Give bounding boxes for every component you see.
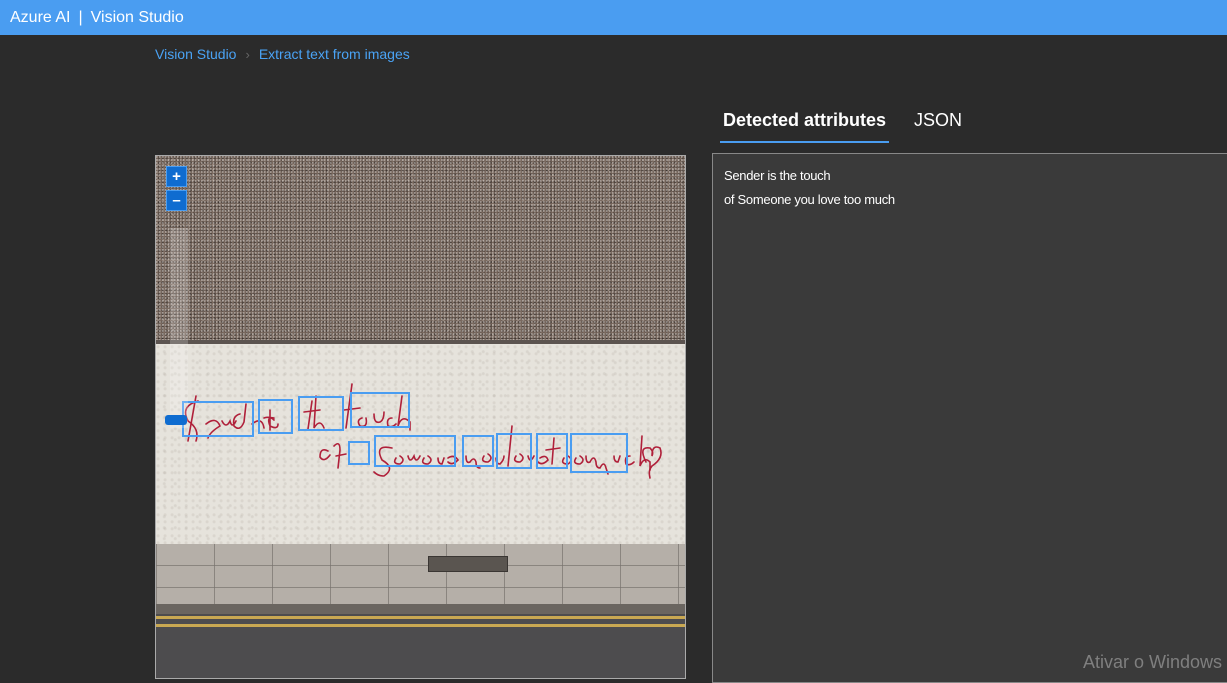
chevron-right-icon: › xyxy=(245,46,250,62)
breadcrumb-current-link[interactable]: Extract text from images xyxy=(259,46,410,62)
top-bar: Azure AI | Vision Studio xyxy=(0,0,1227,35)
breadcrumb-home-link[interactable]: Vision Studio xyxy=(155,46,236,62)
product-name[interactable]: Vision Studio xyxy=(91,9,184,27)
breadcrumb: Vision Studio › Extract text from images xyxy=(155,46,410,62)
word-bounding-box[interactable] xyxy=(496,433,532,469)
word-bounding-box[interactable] xyxy=(462,435,494,467)
zoom-in-button[interactable]: + xyxy=(166,166,187,187)
word-bounding-box[interactable] xyxy=(348,441,370,465)
detected-text-line: of Someone you love too much xyxy=(724,192,895,207)
word-bounding-box[interactable] xyxy=(374,435,456,467)
tab-detected-attributes[interactable]: Detected attributes xyxy=(720,106,890,143)
image-viewer[interactable]: + – xyxy=(155,155,686,679)
word-bounding-box[interactable] xyxy=(570,433,628,473)
word-bounding-box[interactable] xyxy=(536,433,568,469)
zoom-slider-track[interactable] xyxy=(170,228,188,428)
word-bounding-box[interactable] xyxy=(258,399,293,434)
brand-name[interactable]: Azure AI xyxy=(10,9,70,27)
tab-json[interactable]: JSON xyxy=(911,106,965,143)
result-tabs: Detected attributes JSON xyxy=(720,106,987,143)
word-bounding-box[interactable] xyxy=(182,401,254,437)
zoom-out-button[interactable]: – xyxy=(166,190,187,211)
brand-separator: | xyxy=(78,8,83,26)
word-bounding-box[interactable] xyxy=(350,392,410,428)
word-bounding-box[interactable] xyxy=(298,396,344,431)
detected-text-line: Sender is the touch xyxy=(724,168,831,183)
windows-activation-watermark: Ativar o Windows xyxy=(1083,652,1223,672)
zoom-slider-handle[interactable] xyxy=(165,415,187,425)
detected-text-panel: Sender is the touch of Someone you love … xyxy=(712,153,1227,683)
